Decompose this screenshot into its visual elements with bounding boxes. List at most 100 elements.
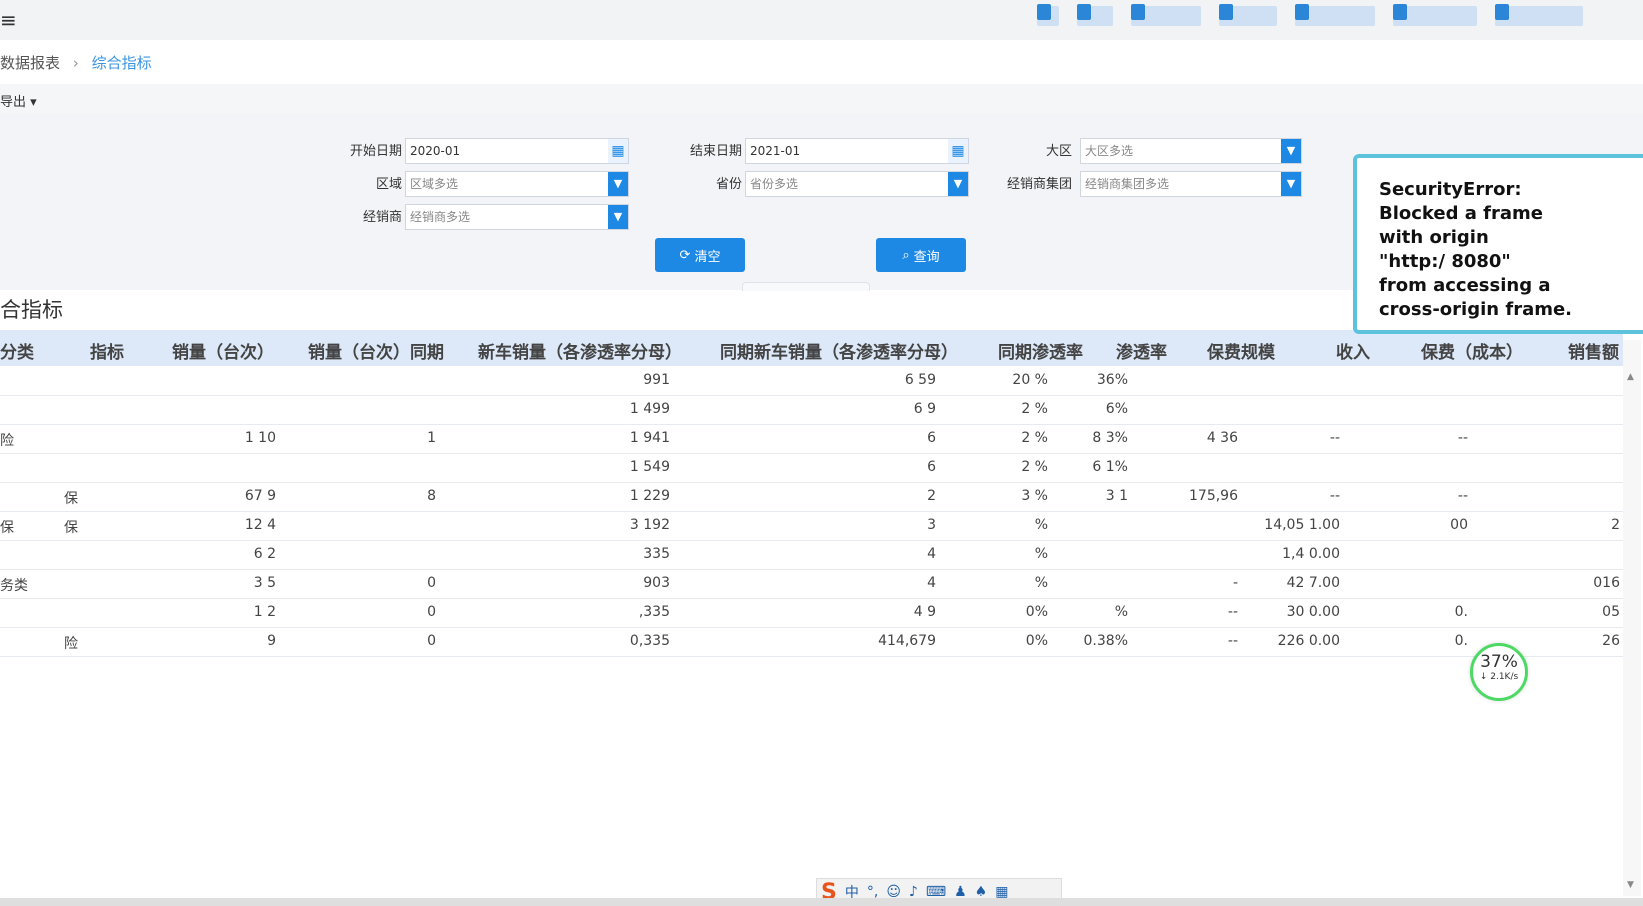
region-big-input[interactable] <box>1081 139 1269 163</box>
error-line: from accessing a <box>1379 275 1551 296</box>
breadcrumb-current[interactable]: 综合指标 <box>92 54 152 72</box>
header-pen[interactable]: 渗透率 <box>1116 338 1167 363</box>
chevron-right-icon: › <box>72 54 79 72</box>
table-cell-premium: -- <box>1227 604 1238 620</box>
table-cell-pen-ly: 0% <box>1025 633 1048 649</box>
chevron-down-icon[interactable]: ▼ <box>948 172 968 196</box>
breadcrumb-parent[interactable]: 数据报表 <box>0 54 60 72</box>
table-cell-income: 1,4 0.00 <box>1282 546 1340 562</box>
table-row: 1 2 0 ,335 4 9 0%% -- 30 0.00 0. 05 <box>0 598 1623 628</box>
chevron-down-icon[interactable]: ▼ <box>1281 172 1301 196</box>
hamburger-icon[interactable]: ≡ <box>0 8 17 32</box>
table-cell-cost: 00 <box>1450 517 1468 533</box>
header-new-car-ly[interactable]: 同期新车销量（各渗透率分母） <box>720 338 958 363</box>
table-cell-new-car: 1 941 <box>629 430 670 446</box>
error-message-panel: SecurityError: Blocked a frame with orig… <box>1353 154 1643 334</box>
nav-item-icon[interactable] <box>1219 4 1277 26</box>
header-revenue[interactable]: 销售额 <box>1568 338 1619 363</box>
table-row: 务类 3 5 0 903 4% - 42 7.00 016 <box>0 569 1623 599</box>
table-row: 保 67 9 8 1 229 2 3 % 3 1 175,96 -- -- <box>0 482 1623 512</box>
query-button[interactable]: ⌕ 查询 <box>876 238 966 272</box>
header-sales[interactable]: 销量（台次） <box>172 338 274 363</box>
export-button[interactable]: 导出 ▾ <box>0 91 37 110</box>
dealer-label: 经销商 <box>362 210 402 225</box>
dealer-group-label: 经销商集团 <box>1006 177 1072 192</box>
end-date-input[interactable] <box>746 139 934 163</box>
table-cell-new-car: 3 192 <box>629 517 670 533</box>
table-cell-new-car_ly: 4 9 <box>913 604 936 620</box>
nav-item-icon[interactable] <box>1495 4 1583 26</box>
table-cell-cost: 0. <box>1454 604 1468 620</box>
start-date-input[interactable] <box>406 139 594 163</box>
chevron-down-icon[interactable]: ▼ <box>1281 139 1301 163</box>
vertical-scrollbar[interactable]: ▲ ▼ <box>1623 340 1641 896</box>
chevron-down-icon[interactable]: ▼ <box>608 205 628 229</box>
clear-button-label: 清空 <box>694 249 721 265</box>
region-big-select[interactable]: ▼ <box>1080 138 1302 164</box>
end-date-field[interactable]: ▦ <box>745 138 969 164</box>
table-cell-sales-ly: 1 <box>427 430 436 446</box>
header-metric[interactable]: 指标 <box>90 338 124 363</box>
table-cell-sales-ly: 0 <box>427 633 436 649</box>
region-select[interactable]: ▼ <box>405 171 629 197</box>
table-cell-pen: 6 1% <box>1092 459 1128 475</box>
header-sales-ly[interactable]: 销量（台次）同期 <box>308 338 444 363</box>
error-line: cross-origin frame. <box>1379 299 1573 320</box>
table-cell-new-car_ly: 2 <box>927 488 936 504</box>
region-input[interactable] <box>406 172 594 196</box>
calendar-icon[interactable]: ▦ <box>948 139 968 163</box>
table-cell-revenue: 016 <box>1593 575 1620 591</box>
calendar-icon[interactable]: ▦ <box>608 139 628 163</box>
table-cell-income: 14,05 1.00 <box>1264 517 1340 533</box>
table-cell-sales: 12 4 <box>244 517 276 533</box>
dealer-select[interactable]: ▼ <box>405 204 629 230</box>
scroll-down-icon[interactable]: ▼ <box>1627 880 1634 890</box>
table-cell-premium: -- <box>1227 633 1238 649</box>
header-new-car[interactable]: 新车销量（各渗透率分母） <box>478 338 682 363</box>
table-cell-pen-ly: 2 % <box>1021 430 1048 446</box>
table-cell-pen-ly: % <box>1034 546 1048 562</box>
start-date-label: 开始日期 <box>349 144 402 159</box>
toolbar: 导出 ▾ <box>0 84 1643 114</box>
dealer-group-select[interactable]: ▼ <box>1080 171 1302 197</box>
nav-item-icon[interactable] <box>1131 4 1201 26</box>
collapse-handle[interactable] <box>742 282 870 291</box>
nav-item-icon[interactable] <box>1077 4 1113 26</box>
province-select[interactable]: ▼ <box>745 171 969 197</box>
table-cell-sales: 6 2 <box>253 546 276 562</box>
table-cell-new-car_ly: 3 <box>927 517 936 533</box>
clear-button[interactable]: ⟳ 清空 <box>655 238 745 272</box>
table-cell-sales-ly: 8 <box>427 488 436 504</box>
table-cell-new-car: 1 549 <box>629 459 670 475</box>
header-income[interactable]: 收入 <box>1336 338 1370 363</box>
header-cost[interactable]: 保费（成本） <box>1421 338 1523 363</box>
table-cell-new-car_ly: 4 <box>927 546 936 562</box>
header-pen-ly[interactable]: 同期渗透率 <box>998 338 1083 363</box>
network-speed-widget[interactable]: 37% ↓ 2.1K/s <box>1470 643 1528 701</box>
chevron-down-icon[interactable]: ▼ <box>608 172 628 196</box>
error-line: "http:/ 8080" <box>1379 251 1511 272</box>
table-cell-pen-ly: 3 % <box>1021 488 1048 504</box>
section-title: 合指标 <box>0 298 63 322</box>
dealer-input[interactable] <box>406 205 594 229</box>
region-label: 区域 <box>375 177 402 192</box>
end-date-label: 结束日期 <box>689 144 742 159</box>
table-cell-new-car: 1 499 <box>629 401 670 417</box>
table-cell-pen-ly: % <box>1034 517 1048 533</box>
table-row: 6 2 335 4% 1,4 0.00 <box>0 540 1623 570</box>
start-date-field[interactable]: ▦ <box>405 138 629 164</box>
nav-item-icon[interactable] <box>1037 4 1059 26</box>
nav-item-icon[interactable] <box>1393 4 1477 26</box>
table-row: 991 6 59 20 % 36% <box>0 366 1623 396</box>
header-premium[interactable]: 保费规模 <box>1207 338 1275 363</box>
table-cell-pen-ly: 2 % <box>1021 401 1048 417</box>
dealer-group-input[interactable] <box>1081 172 1269 196</box>
header-category[interactable]: 分类 <box>0 338 34 363</box>
province-input[interactable] <box>746 172 934 196</box>
nav-item-icon[interactable] <box>1295 4 1375 26</box>
table-cell-new-car: 903 <box>643 575 670 591</box>
table-cell-pen-ly: 2 % <box>1021 459 1048 475</box>
scroll-up-icon[interactable]: ▲ <box>1627 372 1634 382</box>
table-cell-premium: - <box>1232 575 1238 591</box>
network-percent: 37% <box>1480 652 1518 672</box>
